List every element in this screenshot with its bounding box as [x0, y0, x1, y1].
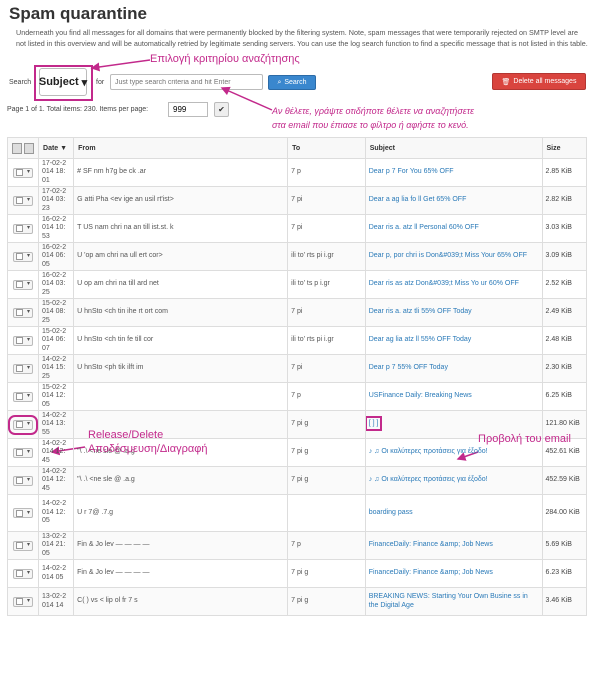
table-row: ▾ 17-02-2 014 18: 01 # SF nm h7g be ck .ar…	[6, 158, 587, 187]
check-icon: ✔	[218, 105, 225, 114]
caret-down-icon: ▾	[26, 570, 30, 577]
caret-down-icon: ▾	[26, 365, 30, 372]
row-action-button[interactable]: ▾	[13, 508, 33, 518]
column-actions	[6, 137, 40, 159]
row-action-button[interactable]: ▾	[13, 568, 33, 579]
table-row: ▾ 14-02-2 014 12: 45 "\ .\ <ne sle @ .a.g 7…	[6, 466, 587, 495]
column-to[interactable]: To	[287, 137, 366, 159]
subject-link[interactable]: boarding pass	[364, 494, 543, 532]
caret-down-icon: ▾	[26, 421, 30, 428]
caret-down-icon: ▾	[26, 393, 30, 400]
select-all-icon[interactable]	[12, 142, 22, 154]
table-row: ▾ 16-02-2 014 06: 05 U 'op am chri na ull …	[6, 242, 587, 271]
subject-link[interactable]: Dear ris a. atz ll Personal 60% OFF	[364, 214, 543, 243]
table-row: ▾ 14-02-2 014 05 Fin & Jo lev — — — —7 pi …	[6, 559, 587, 588]
subject-link[interactable]: Dear p 7 55% OFF Today	[364, 354, 543, 383]
table-row: ▾ 17-02-2 014 03: 23 G atti Pha <ev ige an…	[6, 186, 587, 215]
subject-link[interactable]: Dear ris as atz Don&#039;t Miss Yo ur 60…	[364, 270, 543, 299]
caret-down-icon: ▾	[26, 598, 30, 605]
annotation-release-line2: Αποδέσμευση/Διαγραφή	[88, 443, 208, 455]
table-row: ▾ 14-02-2 014 12: 05 U r 7@ .7.g boarding p…	[6, 494, 587, 532]
column-subject[interactable]: Subject	[364, 137, 543, 159]
table-row: ▾ 14-02-2 014 15: 25 U hnSto <ph tik ilft …	[6, 354, 587, 383]
row-action-button[interactable]: ▾	[13, 540, 33, 551]
table-row: ▾ 16-02-2 014 10: 53 T US nam chri na an t…	[6, 214, 587, 243]
caret-down-icon: ▾	[26, 281, 30, 288]
caret-down-icon: ▾	[26, 509, 30, 516]
subject-link[interactable]: Dear a ag lia fo ll Get 65% OFF	[364, 186, 543, 215]
row-action-button[interactable]: ▾	[13, 279, 33, 290]
table-row: ▾ 15-02-2 014 12: 05 7 p USFinance Daily: B…	[6, 382, 587, 411]
row-action-button[interactable]: ▾	[8, 414, 38, 435]
table-row: ▾ 15-02-2 014 08: 25 U hnSto <ch tin ihe r…	[6, 298, 587, 327]
pager-text: Page 1 of 1. Total items: 230. Items per…	[7, 106, 149, 113]
apply-per-page-button[interactable]: ✔	[214, 102, 229, 117]
table-row: ▾ 15-02-2 014 06: 07 U hnSto <ch tin fe ti…	[6, 326, 587, 355]
subject-link[interactable]: Dear p, por chri is Don&#039;t Miss Your…	[364, 242, 543, 271]
quarantine-table: Date ▼ From To Subject Size ▾ 17-02-2 014…	[6, 137, 587, 616]
caret-down-icon: ▾	[26, 169, 30, 176]
subject-link[interactable]: USFinance Daily: Breaking News	[364, 382, 543, 411]
row-action-button[interactable]: ▾	[13, 475, 33, 486]
subject-link[interactable]: BREAKING NEWS: Starting Your Own Busine …	[364, 587, 543, 616]
caret-down-icon: ▾	[26, 197, 30, 204]
row-action-button[interactable]: ▾	[13, 251, 33, 262]
column-size[interactable]: Size	[541, 137, 587, 159]
table-row: ▾ 13-02-2 014 14 C( ) vs < lip ol fr 7 s7 …	[6, 587, 587, 616]
row-action-button[interactable]: ▾	[13, 447, 33, 458]
annotation-release-line1: Release/Delete	[88, 429, 164, 441]
column-from[interactable]: From	[73, 137, 289, 159]
table-row: ▾ 13-02-2 014 21: 05 Fin & Jo lev — — — —7…	[6, 531, 587, 560]
subject-link[interactable]: Dear ag lia atz ll 55% OFF Today	[364, 326, 543, 355]
caret-down-icon: ▾	[26, 477, 30, 484]
row-action-button[interactable]: ▾	[13, 167, 33, 178]
caret-down-icon: ▾	[26, 337, 30, 344]
row-action-button[interactable]: ▾	[13, 223, 33, 234]
row-action-button[interactable]: ▾	[13, 363, 33, 374]
caret-down-icon: ▾	[26, 253, 30, 260]
row-action-button[interactable]: ▾	[13, 596, 33, 607]
row-action-button[interactable]: ▾	[13, 391, 33, 402]
row-action-button[interactable]: ▾	[13, 307, 33, 318]
table-row: ▾ 16-02-2 014 03: 25 U op am chri na till …	[6, 270, 587, 299]
caret-down-icon: ▾	[26, 542, 30, 549]
subject-link[interactable]: Dear ris a. atz tli 55% OFF Today	[364, 298, 543, 327]
subject-link[interactable]: FinanceDaily: Finance &amp; Job News	[364, 559, 543, 588]
subject-link[interactable]: Dear p 7 For You 65% OFF	[364, 158, 543, 187]
annotation-view-email: Προβολή του email	[478, 433, 571, 445]
column-date[interactable]: Date ▼	[38, 137, 75, 159]
row-action-button[interactable]: ▾	[13, 335, 33, 346]
caret-down-icon: ▾	[26, 225, 30, 232]
subject-link[interactable]: ♪ ♫ Οι καλύτερες προτάσεις για έξοδο!	[364, 466, 543, 495]
items-per-page-input[interactable]	[168, 102, 208, 117]
row-action-button[interactable]: ▾	[13, 195, 33, 206]
caret-down-icon: ▾	[26, 309, 30, 316]
subject-link[interactable]: FinanceDaily: Finance &amp; Job News	[364, 531, 543, 560]
toggle-icon[interactable]	[24, 142, 34, 154]
caret-down-icon: ▾	[26, 449, 30, 456]
